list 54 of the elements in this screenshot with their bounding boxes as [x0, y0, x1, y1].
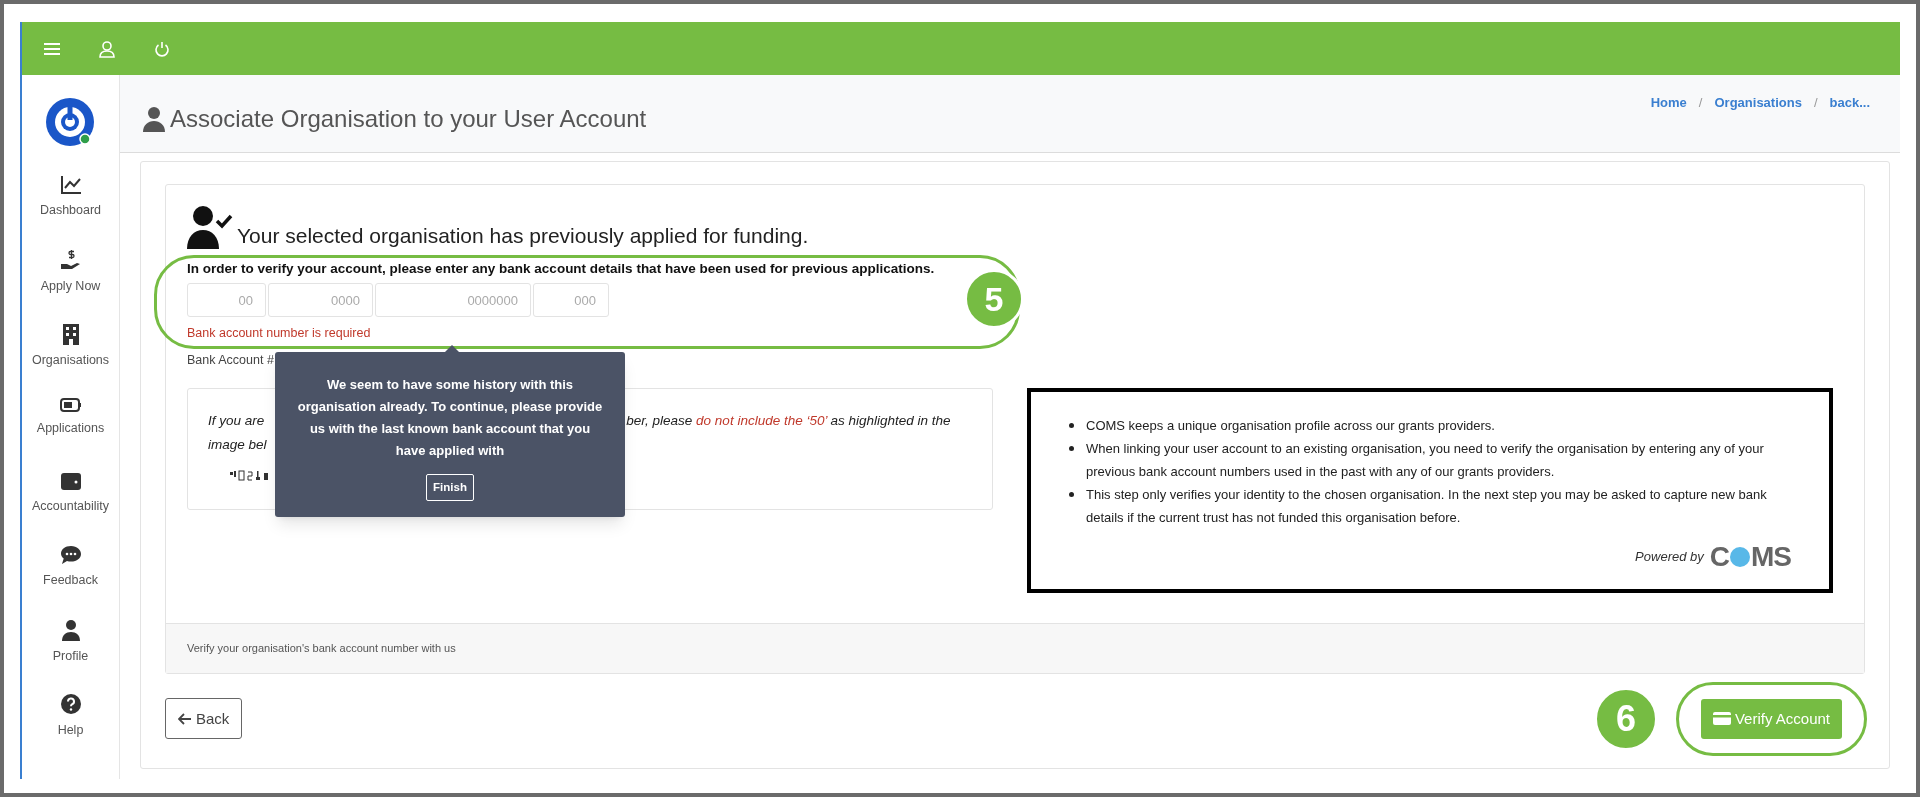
- bullet-icon: [1069, 445, 1074, 451]
- annotation-badge: 5: [964, 269, 1024, 329]
- footer-note: Verify your organisation's bank account number with us: [187, 641, 456, 656]
- sidebar-item[interactable]: Organisations: [31, 313, 110, 387]
- account-number-field[interactable]: 0000000: [375, 283, 531, 318]
- account-number-field[interactable]: 00: [187, 283, 266, 318]
- menu-icon[interactable]: [44, 41, 60, 56]
- info-text: This step only verifies your identity to the chosen organisation. In the next step you may be asked to capture new bank details if the current trust has not funded this organisation before.: [1086, 485, 1768, 527]
- note-text: image bel: [208, 435, 267, 454]
- instruction-text: In order to verify your account, please enter any bank account details that have been used for previous applications.: [187, 260, 936, 278]
- info-text: COMS keeps a unique organisation profile across our grants providers.: [1086, 416, 1495, 435]
- bullet-icon: [1069, 491, 1074, 497]
- sidebar-item[interactable]: Feedback: [43, 535, 98, 609]
- info-text: When linking your user account to an existing organisation, you need to verify the organisation by entering any of your previous bank account numbers used in the past with any of our grants providers.: [1086, 439, 1765, 481]
- field-label: Bank Account #: [187, 352, 274, 369]
- page-title: Associate Organisation to your User Account: [170, 104, 647, 134]
- sidebar-item[interactable]: Apply Now: [40, 239, 101, 313]
- coms-logo: C MS: [1709, 542, 1791, 571]
- arrow-left-icon: [178, 712, 192, 725]
- breadcrumb-separator: /: [1813, 94, 1818, 112]
- user-icon[interactable]: [98, 39, 116, 58]
- battery-icon: [59, 397, 82, 413]
- note-text: If you are: [208, 411, 265, 430]
- breadcrumb-link[interactable]: Organisations: [1714, 93, 1802, 113]
- logo-icon: [44, 97, 97, 149]
- building-icon: [61, 323, 80, 345]
- person-icon: [60, 619, 81, 641]
- breadcrumb-link[interactable]: back...: [1829, 93, 1870, 113]
- panel-heading: Your selected organisation has previously applied for funding.: [237, 222, 809, 249]
- help-icon: [59, 693, 82, 715]
- account-number-field[interactable]: 000: [533, 283, 609, 318]
- tooltip-text: We seem to have some history with this organisation already. To continue, please provide us with the last known bank account that you have applied with: [296, 376, 604, 460]
- powered-by-text: Powered by: [1635, 548, 1704, 566]
- person-icon: [142, 106, 166, 132]
- breadcrumb-link[interactable]: Home: [1650, 93, 1687, 113]
- person-check-icon: [187, 205, 233, 249]
- power-icon[interactable]: [154, 40, 170, 57]
- hand-money-icon: [59, 249, 82, 271]
- note-text: ber, please do not include the ‘50’ as highlighted in the: [626, 411, 951, 430]
- sidebar-item[interactable]: Applications: [36, 387, 105, 461]
- credit-card-icon: [1712, 712, 1731, 726]
- account-number-field[interactable]: 0000: [268, 283, 373, 318]
- back-button[interactable]: Back: [165, 698, 243, 740]
- chat-icon: [59, 545, 82, 565]
- sidebar-item[interactable]: Profile: [52, 609, 89, 683]
- chart-icon: [59, 175, 82, 195]
- error-message: Bank account number is required: [187, 325, 372, 343]
- bullet-icon: [1069, 422, 1074, 428]
- sidebar-item[interactable]: Help: [57, 683, 84, 757]
- sidebar-item[interactable]: Accountability: [31, 461, 110, 535]
- sidebar-item[interactable]: Dashboard: [39, 165, 102, 239]
- breadcrumb-separator: /: [1698, 94, 1703, 112]
- wallet-icon: [59, 471, 82, 491]
- finish-button[interactable]: Finish: [426, 474, 474, 502]
